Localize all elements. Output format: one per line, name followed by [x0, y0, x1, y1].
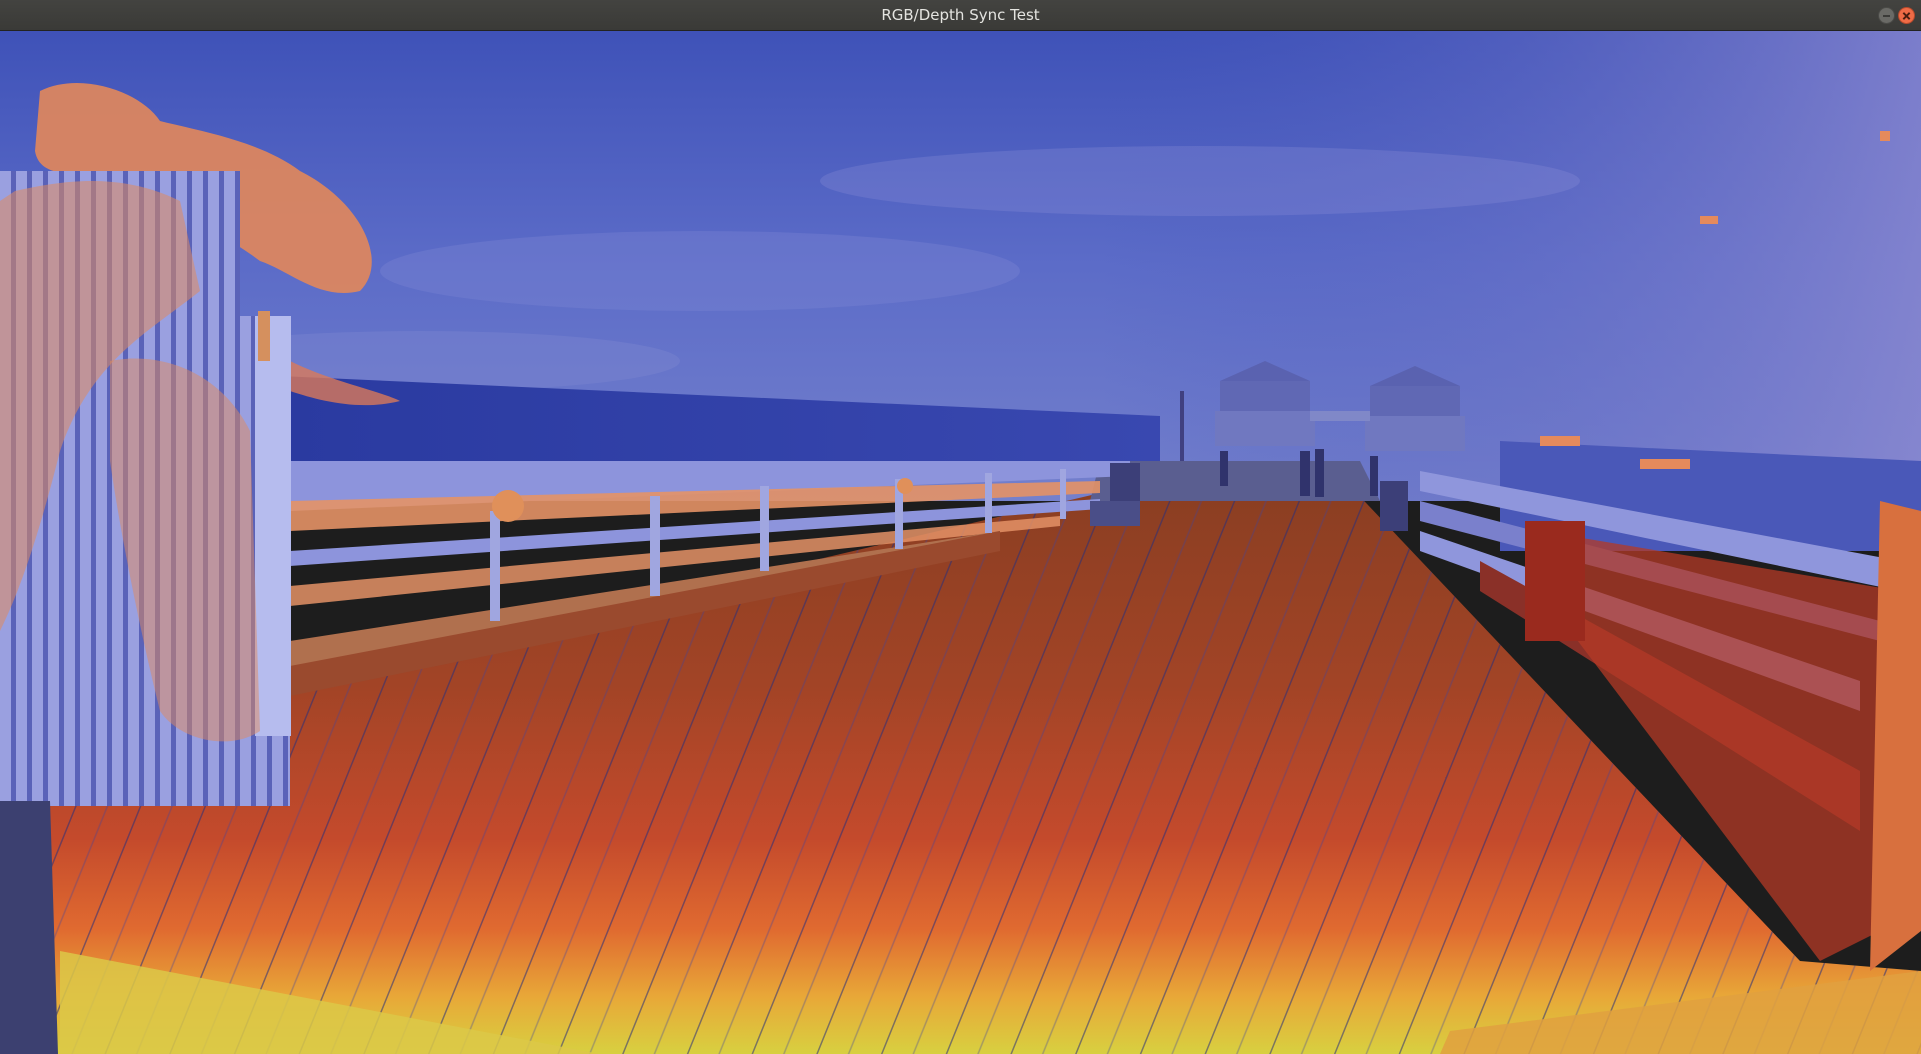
close-button[interactable]: [1898, 7, 1915, 24]
depth-overlay-view: [0, 31, 1921, 1054]
window-title: RGB/Depth Sync Test: [881, 6, 1040, 24]
title-bar[interactable]: RGB/Depth Sync Test: [0, 0, 1921, 31]
depth-overlay-image: [0, 31, 1921, 1054]
minimize-button[interactable]: [1878, 7, 1895, 24]
app-window: RGB/Depth Sync Test: [0, 0, 1921, 1054]
